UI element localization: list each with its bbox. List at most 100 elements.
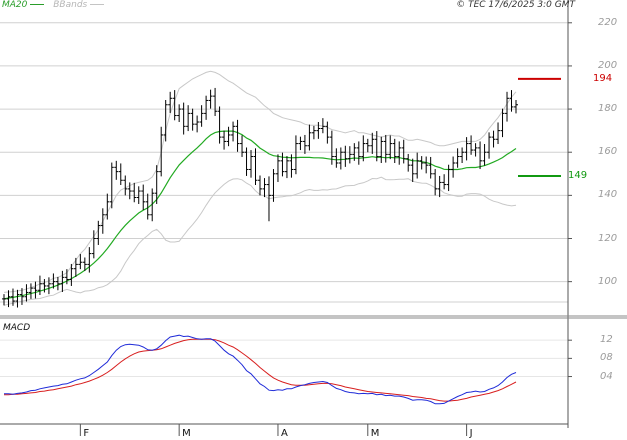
price-gridlines xyxy=(0,22,568,378)
price-bar xyxy=(514,100,518,114)
bbands-legend: BBands xyxy=(53,0,88,10)
indicator-legend: MA20 BBands xyxy=(2,0,105,10)
price-bar xyxy=(159,126,164,177)
price-bar xyxy=(181,102,186,135)
price-bar xyxy=(96,220,101,245)
price-bar xyxy=(446,164,451,192)
price-bar xyxy=(383,134,388,163)
price-bar xyxy=(460,147,465,163)
price-bar xyxy=(325,121,330,144)
price-targets xyxy=(518,77,561,177)
price-bar xyxy=(451,156,456,178)
price-tick-label: 140 xyxy=(598,189,618,201)
macd-tick-label: 08 xyxy=(600,352,613,364)
price-bar xyxy=(365,138,370,153)
price-bar xyxy=(24,284,29,302)
price-bar xyxy=(464,137,469,161)
price-bar xyxy=(284,156,289,179)
price-bar xyxy=(28,283,33,299)
macd-title: MACD xyxy=(3,323,31,333)
price-bar xyxy=(100,208,105,234)
price-tick-label: 220 xyxy=(598,16,618,28)
axes xyxy=(0,0,627,436)
price-bar xyxy=(338,147,343,170)
price-bar xyxy=(114,160,119,180)
price-bar xyxy=(199,105,204,127)
macd-tick-label: 04 xyxy=(600,370,613,382)
copyright-timestamp: © TEC 17/6/2025 3:0 GMT xyxy=(456,0,575,10)
price-bar xyxy=(343,145,348,167)
price-bar xyxy=(347,146,352,164)
price-bar xyxy=(293,135,298,175)
price-bar xyxy=(235,119,240,152)
macd-tick-label: 12 xyxy=(600,334,613,346)
price-bar xyxy=(213,87,218,116)
price-bar xyxy=(141,184,146,211)
price-bar xyxy=(302,134,307,154)
price-bar xyxy=(249,150,254,178)
price-tick-label: 180 xyxy=(598,103,618,115)
price-bar xyxy=(271,169,276,202)
price-bar xyxy=(410,158,415,182)
x-tick-label: J xyxy=(469,428,473,439)
x-tick-label: M xyxy=(182,428,191,439)
price-bar xyxy=(33,281,38,299)
ma20-legend: MA20 xyxy=(2,0,28,10)
target-label-upper: 194 xyxy=(593,72,613,84)
price-bar xyxy=(177,104,182,123)
price-bar xyxy=(123,175,128,196)
price-bar xyxy=(509,90,514,112)
price-bar xyxy=(208,89,213,109)
price-tick-label: 200 xyxy=(598,59,618,71)
price-tick-label: 160 xyxy=(598,146,618,158)
price-bar xyxy=(334,148,339,168)
price-bar xyxy=(370,132,375,154)
price-bar xyxy=(275,154,280,182)
target-label-lower: 149 xyxy=(568,169,588,181)
price-bar xyxy=(406,153,411,172)
price-bar xyxy=(73,257,78,277)
price-bar xyxy=(280,152,285,177)
price-bar xyxy=(397,141,402,165)
price-tick-label: 120 xyxy=(598,232,618,244)
price-bar xyxy=(222,130,227,150)
price-bar xyxy=(311,125,316,140)
price-bar xyxy=(482,144,487,166)
ma20-line-layer xyxy=(3,130,517,300)
price-bar xyxy=(204,95,209,120)
price-bar xyxy=(455,148,460,168)
price-bar xyxy=(442,174,447,190)
price-bar xyxy=(388,135,393,160)
price-bar xyxy=(437,175,442,198)
price-bar xyxy=(415,152,420,179)
price-bar xyxy=(298,136,303,151)
price-bar xyxy=(240,135,245,157)
price-bar xyxy=(15,289,20,308)
price-bar xyxy=(392,138,397,163)
price-bar xyxy=(2,294,6,306)
price-bar xyxy=(428,156,433,179)
price-bar xyxy=(473,143,478,157)
price-bar xyxy=(69,263,74,286)
x-tick-label: F xyxy=(83,428,90,439)
chart-frame xyxy=(0,0,627,436)
price-bar xyxy=(217,106,222,144)
price-bar xyxy=(487,132,492,159)
x-tick-label: A xyxy=(280,428,288,439)
price-bar xyxy=(163,100,168,142)
price-bar xyxy=(356,141,361,165)
ma20-legend-swatch xyxy=(30,4,45,5)
price-bar xyxy=(401,139,406,164)
price-bar xyxy=(195,115,200,133)
price-bar xyxy=(307,124,312,151)
macd-signal-line xyxy=(4,338,517,402)
price-bar xyxy=(316,122,321,139)
price-bar xyxy=(262,178,267,198)
price-bar xyxy=(424,156,429,174)
price-bar xyxy=(258,175,262,196)
macd-line xyxy=(4,334,517,405)
ma20-line xyxy=(3,130,517,300)
price-bar xyxy=(253,148,258,186)
bbands-legend-swatch xyxy=(90,4,105,5)
price-bar xyxy=(226,126,231,147)
